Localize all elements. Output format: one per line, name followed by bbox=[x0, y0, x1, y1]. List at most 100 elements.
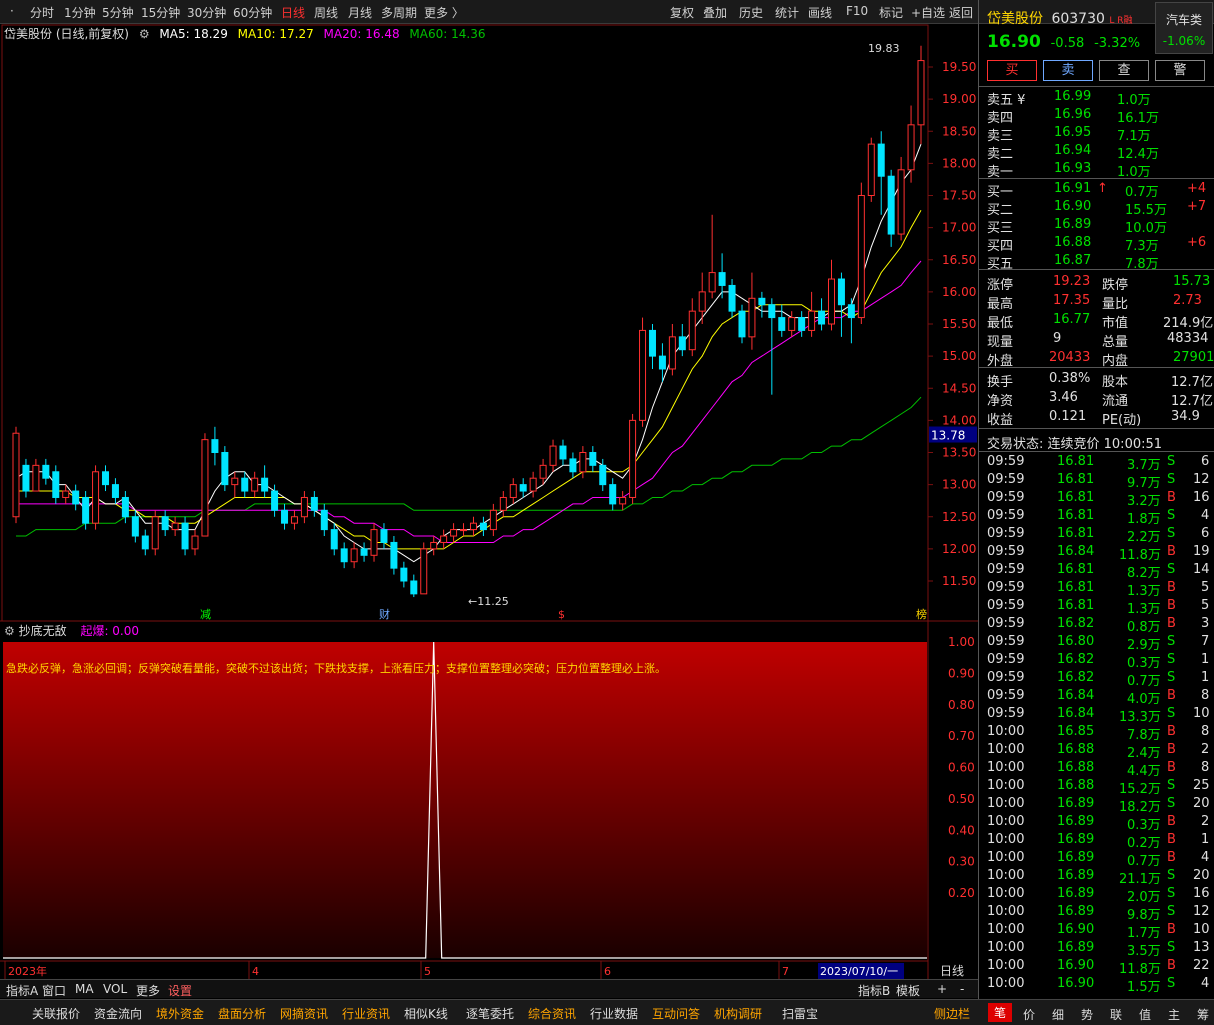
bid-label: 买二 bbox=[987, 203, 1014, 218]
footer-tab[interactable]: 相似K线 bbox=[404, 1005, 448, 1022]
stat-label: 最高 bbox=[987, 297, 1014, 312]
tick-count: 22 bbox=[1193, 958, 1210, 973]
toolbar-button[interactable]: 统计 bbox=[775, 4, 799, 21]
indicator-tab[interactable]: 窗口 bbox=[42, 982, 66, 999]
tick-price: 16.81 bbox=[1057, 472, 1095, 487]
query-button[interactable]: 查 bbox=[1099, 60, 1149, 81]
period-tab[interactable]: 分时 bbox=[30, 4, 54, 21]
footer-tab[interactable]: 盘面分析 bbox=[218, 1005, 266, 1022]
indicator-tab[interactable]: MA bbox=[75, 982, 94, 996]
period-tab[interactable]: 30分钟 bbox=[187, 4, 226, 21]
tick-volume: 21.1万 bbox=[1119, 872, 1161, 887]
template-tab[interactable]: 模板 bbox=[896, 982, 920, 999]
menu-icon[interactable]: · bbox=[10, 4, 14, 18]
toolbar-button[interactable]: F10 bbox=[846, 4, 868, 18]
buy-button[interactable]: 买 bbox=[987, 60, 1037, 81]
quote-tab[interactable]: 筹 bbox=[1191, 1005, 1214, 1024]
settings-icon[interactable]: ⚙ bbox=[4, 624, 15, 638]
low-label: ←11.25 bbox=[468, 595, 509, 608]
quote-tab[interactable]: 值 bbox=[1133, 1005, 1157, 1024]
toolbar-button[interactable]: 历史 bbox=[739, 4, 763, 21]
stock-code: 603730 bbox=[1051, 11, 1105, 27]
footer-tab[interactable]: 行业数据 bbox=[590, 1005, 638, 1022]
period-tab[interactable]: 月线 bbox=[348, 4, 372, 21]
sidebar-button[interactable]: 侧边栏 bbox=[934, 1005, 970, 1022]
toolbar-button[interactable]: 叠加 bbox=[703, 4, 727, 21]
toolbar-button[interactable]: +自选 bbox=[911, 4, 945, 21]
indicator-tab[interactable]: 更多 bbox=[136, 982, 160, 999]
quote-tab[interactable]: 笔 bbox=[988, 1003, 1013, 1022]
quote-tab[interactable]: 细 bbox=[1046, 1005, 1070, 1024]
event-marker: 财 bbox=[379, 607, 390, 621]
template-tab[interactable]: + bbox=[937, 982, 947, 996]
ask-row: 卖三 16.95 7.1万 bbox=[987, 125, 1211, 144]
tick-side: B bbox=[1167, 742, 1176, 757]
footer-tab[interactable]: 网摘资讯 bbox=[280, 1005, 328, 1022]
stat-value: 15.73 bbox=[1173, 274, 1211, 289]
footer-tab[interactable]: 互动问答 bbox=[652, 1005, 700, 1022]
period-tab[interactable]: 5分钟 bbox=[102, 4, 134, 21]
period-tab[interactable]: 周线 bbox=[314, 4, 338, 21]
tick-price: 16.89 bbox=[1057, 814, 1095, 829]
ask-price: 16.95 bbox=[1054, 125, 1092, 140]
xaxis-label: 7 bbox=[782, 965, 789, 978]
quote-tab[interactable]: 联 bbox=[1104, 1005, 1128, 1024]
toolbar-button[interactable]: 标记 bbox=[879, 4, 903, 21]
settings-icon[interactable]: ⚙ bbox=[139, 27, 150, 41]
indicator-tab[interactable]: VOL bbox=[103, 982, 127, 996]
tick-row: 10:00 16.89 18.2万 S 20 bbox=[987, 796, 1211, 815]
ask-price: 16.93 bbox=[1054, 161, 1092, 176]
tick-row: 10:00 16.85 7.8万 B 8 bbox=[987, 724, 1211, 743]
candle-body bbox=[42, 464, 50, 479]
ask-row: 卖一 16.93 1.0万 bbox=[987, 161, 1211, 180]
fund-label: 换手 bbox=[987, 375, 1014, 390]
candle-body bbox=[82, 496, 90, 524]
footer-tab[interactable]: 机构调研 bbox=[714, 1005, 762, 1022]
footer-tab[interactable]: 综合资讯 bbox=[528, 1005, 576, 1022]
sector-box[interactable]: 汽车类 -1.06% bbox=[1155, 2, 1213, 54]
tick-volume: 8.2万 bbox=[1127, 566, 1161, 581]
ask-label: 卖五 ¥ bbox=[987, 93, 1026, 108]
toolbar-button[interactable]: 画线 bbox=[808, 4, 832, 21]
period-tab[interactable]: 60分钟 bbox=[233, 4, 272, 21]
tick-row: 09:59 16.81 3.2万 B 16 bbox=[987, 490, 1211, 509]
candle-body bbox=[489, 509, 497, 531]
indicator-tab[interactable]: 设置 bbox=[168, 982, 192, 999]
stat-label: 最低 bbox=[987, 316, 1014, 331]
period-tab[interactable]: 多周期 bbox=[381, 4, 417, 21]
template-tab[interactable]: - bbox=[960, 982, 964, 996]
footer-tab[interactable]: 扫雷宝 bbox=[782, 1005, 818, 1022]
alert-button[interactable]: 警 bbox=[1155, 60, 1205, 81]
stat-row: 现量 9 总量 48334 bbox=[987, 331, 1211, 350]
quote-tab[interactable]: 势 bbox=[1075, 1005, 1099, 1024]
footer-tab[interactable]: 行业资讯 bbox=[342, 1005, 390, 1022]
candle-body bbox=[410, 580, 418, 595]
tick-count: 16 bbox=[1193, 490, 1210, 505]
tick-row: 10:00 16.89 0.2万 B 1 bbox=[987, 832, 1211, 851]
period-tab[interactable]: 1分钟 bbox=[64, 4, 96, 21]
template-tab[interactable]: 指标B bbox=[858, 982, 890, 999]
footer-tab[interactable]: 关联报价 bbox=[32, 1005, 80, 1022]
period-tab[interactable]: 更多 〉 bbox=[424, 4, 464, 21]
period-tab[interactable]: 15分钟 bbox=[141, 4, 180, 21]
tick-price: 16.89 bbox=[1057, 904, 1095, 919]
tick-price: 16.90 bbox=[1057, 976, 1095, 991]
stock-name: 岱美股份 bbox=[987, 11, 1043, 27]
quote-tab[interactable]: 价 bbox=[1017, 1005, 1041, 1024]
toolbar-button[interactable]: 返回 bbox=[949, 4, 973, 21]
candle-body bbox=[519, 484, 527, 492]
footer-tab[interactable]: 逐笔委托 bbox=[466, 1005, 514, 1022]
candle-body bbox=[907, 124, 915, 171]
sell-button[interactable]: 卖 bbox=[1043, 60, 1093, 81]
footer-tab[interactable]: 境外资金 bbox=[156, 1005, 204, 1022]
bid-label: 买三 bbox=[987, 221, 1014, 236]
tick-price: 16.81 bbox=[1057, 562, 1095, 577]
indicator-tab[interactable]: 指标A bbox=[6, 982, 38, 999]
quote-panel: 岱美股份 603730 L R融 汽车类 -1.06% 16.90 -0.58 … bbox=[978, 0, 1214, 999]
kline-chart[interactable]: 19.50 19.00 18.50 18.00 17.50 17.00 16.50 16.00… bbox=[0, 24, 978, 979]
footer-tab[interactable]: 资金流向 bbox=[94, 1005, 142, 1022]
quote-tab[interactable]: 主 bbox=[1162, 1005, 1186, 1024]
price-tick: 15.50 bbox=[942, 317, 976, 331]
period-tab[interactable]: 日线 bbox=[281, 4, 305, 21]
toolbar-button[interactable]: 复权 bbox=[670, 4, 694, 21]
